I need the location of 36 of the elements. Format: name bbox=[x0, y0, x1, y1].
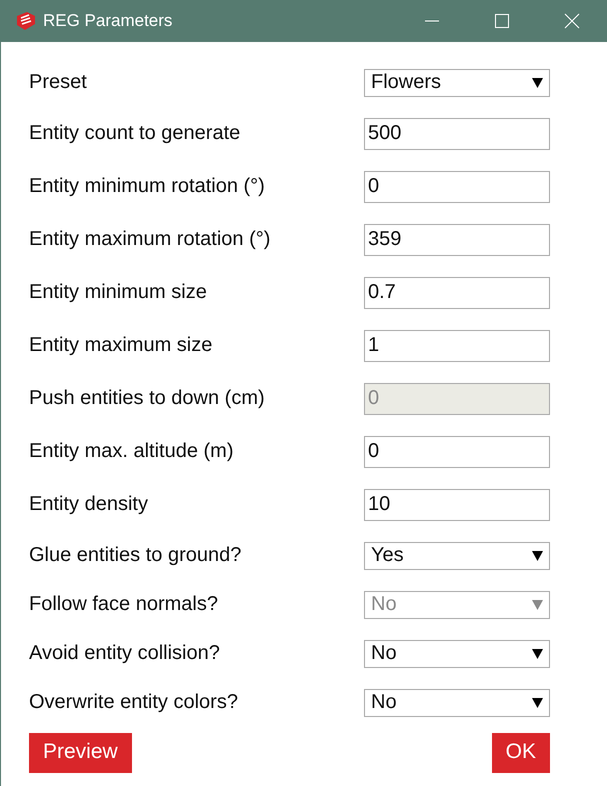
field-label: Glue entities to ground? bbox=[29, 544, 242, 567]
input-field[interactable]: 0 bbox=[364, 170, 550, 202]
window-title: REG Parameters bbox=[43, 11, 174, 31]
input-field[interactable]: 500 bbox=[364, 118, 550, 150]
caret-icon bbox=[532, 600, 543, 610]
dropdown[interactable]: No bbox=[364, 688, 550, 716]
field-label: Preset bbox=[29, 71, 87, 94]
caret-icon bbox=[532, 78, 543, 88]
input-field[interactable]: 1 bbox=[364, 330, 550, 362]
caret-icon bbox=[532, 550, 543, 560]
field-label: Overwrite entity colors? bbox=[29, 691, 238, 714]
dropdown[interactable]: No bbox=[364, 640, 550, 668]
field-label: Push entities to down (cm) bbox=[29, 387, 265, 410]
input-field[interactable]: 0.7 bbox=[364, 276, 550, 308]
ok-button[interactable]: OK bbox=[492, 733, 550, 773]
app-logo-icon bbox=[15, 10, 37, 32]
caret-icon bbox=[532, 648, 543, 658]
field-label: Entity minimum rotation (°) bbox=[29, 175, 265, 198]
minimize-icon bbox=[424, 20, 440, 22]
maximize-icon bbox=[494, 13, 510, 29]
input-field[interactable]: 10 bbox=[364, 488, 550, 520]
field-label: Entity density bbox=[29, 493, 148, 516]
dropdown[interactable]: Yes bbox=[364, 542, 550, 570]
field-label: Entity max. altitude (m) bbox=[29, 440, 234, 463]
field-label: Entity count to generate bbox=[29, 122, 240, 145]
field-label: Entity minimum size bbox=[29, 281, 207, 304]
field-label: Entity maximum rotation (°) bbox=[29, 228, 270, 251]
input-field[interactable]: 359 bbox=[364, 224, 550, 256]
caret-icon bbox=[532, 698, 543, 708]
field-label: Entity maximum size bbox=[29, 334, 212, 357]
close-icon bbox=[564, 13, 580, 29]
preview-button[interactable]: Preview bbox=[29, 733, 132, 773]
field-label: Follow face normals? bbox=[29, 593, 218, 616]
input-field[interactable]: 0 bbox=[364, 436, 550, 468]
field-label: Avoid entity collision? bbox=[29, 642, 220, 665]
dropdown[interactable]: Flowers bbox=[364, 68, 550, 96]
